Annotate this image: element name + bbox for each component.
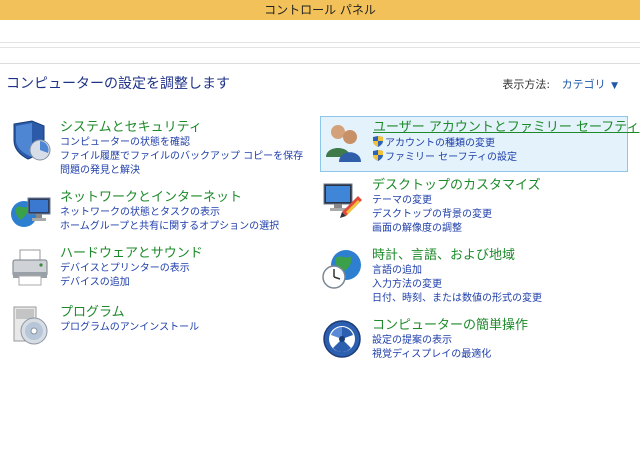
uac-shield-icon <box>373 150 383 161</box>
category-text: ユーザー アカウントとファミリー セーフティ アカウントの種類の変更 ファミリー… <box>373 120 639 164</box>
task-link[interactable]: ネットワークの状態とタスクの表示 <box>60 206 279 220</box>
category-text: デスクトップのカスタマイズ テーマの変更 デスクトップの背景の変更 画面の解像度… <box>372 178 541 236</box>
task-link[interactable]: デバイスとプリンターの表示 <box>60 262 203 276</box>
task-link-text: アカウントの種類の変更 <box>385 138 495 149</box>
window-title: コントロール パネル <box>264 3 376 17</box>
category-title[interactable]: デスクトップのカスタマイズ <box>372 178 541 194</box>
task-link[interactable]: 入力方法の変更 <box>372 278 542 292</box>
category-text: 時計、言語、および地域 言語の追加 入力方法の変更 日付、時刻、または数値の形式… <box>372 248 542 306</box>
category-title[interactable]: ユーザー アカウントとファミリー セーフティ <box>373 120 639 136</box>
users-icon[interactable] <box>323 121 365 163</box>
task-link[interactable]: ファミリー セーフティの設定 <box>373 150 639 164</box>
network-globe-icon[interactable] <box>10 190 52 232</box>
view-by-control: 表示方法: カテゴリ ▼ <box>502 76 618 92</box>
view-by-label: 表示方法: <box>502 78 551 91</box>
task-link[interactable]: デスクトップの背景の変更 <box>372 208 541 222</box>
task-link[interactable]: プログラムのアンインストール <box>60 321 199 335</box>
task-link-text: ファミリー セーフティの設定 <box>385 152 517 163</box>
toolbar-divider <box>0 47 640 48</box>
category-title[interactable]: ハードウェアとサウンド <box>60 246 203 262</box>
task-link[interactable]: 日付、時刻、または数値の形式の変更 <box>372 292 542 306</box>
page-heading: コンピューターの設定を調整します <box>6 76 230 92</box>
category-title[interactable]: システムとセキュリティ <box>60 120 303 136</box>
toolbar-divider <box>0 63 640 64</box>
category-text: ハードウェアとサウンド デバイスとプリンターの表示 デバイスの追加 <box>60 246 203 290</box>
category-user-accounts[interactable]: ユーザー アカウントとファミリー セーフティ アカウントの種類の変更 ファミリー… <box>320 116 639 172</box>
printer-icon[interactable] <box>10 246 52 288</box>
chevron-down-icon[interactable]: ▼ <box>611 81 618 91</box>
task-link[interactable]: ホームグループと共有に関するオプションの選択 <box>60 220 279 234</box>
programs-disc-icon[interactable] <box>10 305 52 347</box>
view-by-dropdown[interactable]: カテゴリ <box>562 78 606 91</box>
monitor-paint-icon[interactable] <box>322 178 364 220</box>
category-title[interactable]: 時計、言語、および地域 <box>372 248 542 264</box>
task-link[interactable]: 問題の発見と解決 <box>60 164 303 178</box>
category-title[interactable]: コンピューターの簡単操作 <box>372 318 528 334</box>
task-link[interactable]: 視覚ディスプレイの最適化 <box>372 348 528 362</box>
category-text: ネットワークとインターネット ネットワークの状態とタスクの表示 ホームグループと… <box>60 190 279 234</box>
task-link[interactable]: テーマの変更 <box>372 194 541 208</box>
task-link[interactable]: 言語の追加 <box>372 264 542 278</box>
category-title[interactable]: プログラム <box>60 305 199 321</box>
toolbar-divider <box>0 42 640 43</box>
ease-of-access-icon[interactable] <box>322 318 364 360</box>
task-link[interactable]: ファイル履歴でファイルのバックアップ コピーを保存 <box>60 150 303 164</box>
category-title[interactable]: ネットワークとインターネット <box>60 190 279 206</box>
task-link[interactable]: アカウントの種類の変更 <box>373 136 639 150</box>
task-link[interactable]: デバイスの追加 <box>60 276 203 290</box>
address-toolbar <box>0 20 640 64</box>
task-link[interactable]: 画面の解像度の調整 <box>372 222 541 236</box>
task-link[interactable]: コンピューターの状態を確認 <box>60 136 303 150</box>
category-text: システムとセキュリティ コンピューターの状態を確認 ファイル履歴でファイルのバッ… <box>60 120 303 178</box>
uac-shield-icon <box>373 136 383 147</box>
category-text: コンピューターの簡単操作 設定の提案の表示 視覚ディスプレイの最適化 <box>372 318 528 362</box>
window-title-bar[interactable]: コントロール パネル <box>0 0 640 20</box>
security-shield-icon[interactable] <box>10 120 52 162</box>
clock-globe-icon[interactable] <box>322 248 364 290</box>
task-link[interactable]: 設定の提案の表示 <box>372 334 528 348</box>
category-text: プログラム プログラムのアンインストール <box>60 305 199 335</box>
